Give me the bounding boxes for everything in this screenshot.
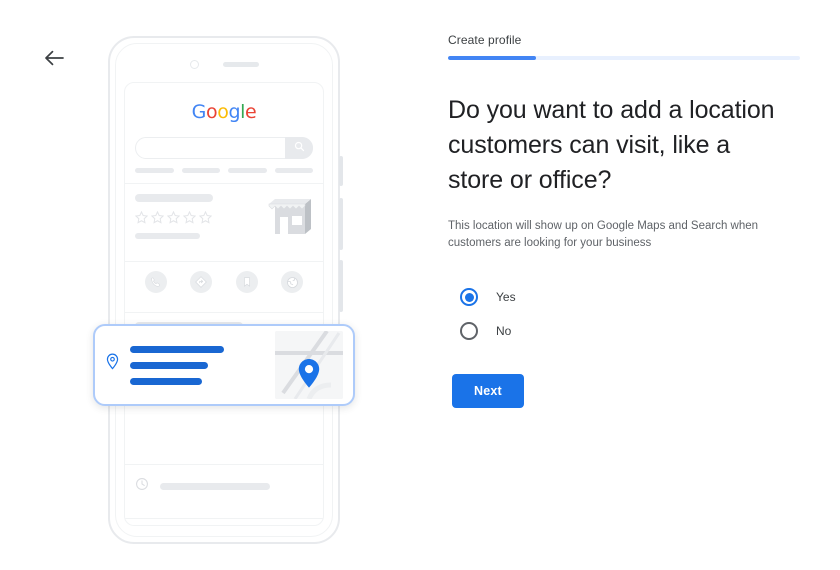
radio-label-yes: Yes [496,290,516,304]
radio-option-no[interactable]: No [460,314,800,348]
map-thumbnail[interactable] [275,331,343,399]
page-description: This location will show up on Google Map… [448,220,759,249]
arrow-left-icon [44,50,64,66]
phone-illustration: Google [85,28,375,548]
progress-bar-fill [448,56,536,60]
magnifier-icon [294,139,305,157]
storefront-illustration [263,190,315,238]
star-icon [151,211,164,224]
phone-side-button [339,156,343,186]
create-profile-page: Google Create profile Do you want to add… [0,0,840,570]
chip-placeholder [181,168,220,173]
text-placeholder [130,361,208,369]
camera-icon [189,60,199,69]
phone-screen: Google [124,82,324,526]
location-pin-icon [105,353,120,377]
detail-row-hours[interactable] [125,465,323,508]
directions-icon[interactable] [190,271,213,293]
location-choice-group: Yes No [448,280,800,348]
text-placeholder [130,345,224,353]
chip-placeholder [228,168,267,173]
call-icon[interactable] [144,271,167,293]
business-actions [125,262,323,302]
location-text-placeholders [130,345,275,385]
phone-frame: Google [108,36,343,544]
star-icon [183,211,196,224]
chip-placeholder [135,168,174,173]
search-button[interactable] [285,137,313,159]
business-category-placeholder [135,233,200,239]
progress-bar [448,56,800,60]
form-panel: Create profile Do you want to add a loca… [448,33,800,408]
logo-letter-g1: G [191,101,207,123]
radio-button-no[interactable] [460,322,478,340]
radio-button-yes[interactable] [460,288,478,306]
phone-side-button [339,198,343,250]
filter-chips [135,168,313,173]
detail-row-phone[interactable] [125,519,323,525]
star-icon [199,211,212,224]
speaker-grill [222,62,259,67]
radio-option-yes[interactable]: Yes [460,280,800,314]
star-icon [167,211,180,224]
bookmark-icon[interactable] [235,271,258,293]
page-title: Do you want to add a location customers … [448,96,775,194]
chip-placeholder [274,168,313,173]
logo-letter-o2: o [217,101,229,123]
phone-side-button [339,260,343,312]
business-name-placeholder [135,194,213,202]
logo-letter-e: e [245,101,257,123]
wizard-step-label: Create profile [448,33,522,47]
logo-letter-g2: g [228,101,241,123]
next-button[interactable]: Next [452,374,524,408]
text-placeholder [130,377,202,385]
search-bar[interactable] [135,137,313,159]
clock-icon [135,477,149,496]
globe-icon[interactable] [281,271,304,293]
radio-label-no: No [496,324,512,338]
radio-dot [464,292,474,302]
phone-notch [110,60,338,69]
location-highlight-card[interactable] [93,324,355,406]
text-placeholder [160,483,270,490]
back-button[interactable] [38,42,70,74]
business-card [125,184,323,251]
logo-letter-o1: o [206,101,218,123]
star-icon [135,211,148,224]
google-logo: Google [125,101,323,123]
